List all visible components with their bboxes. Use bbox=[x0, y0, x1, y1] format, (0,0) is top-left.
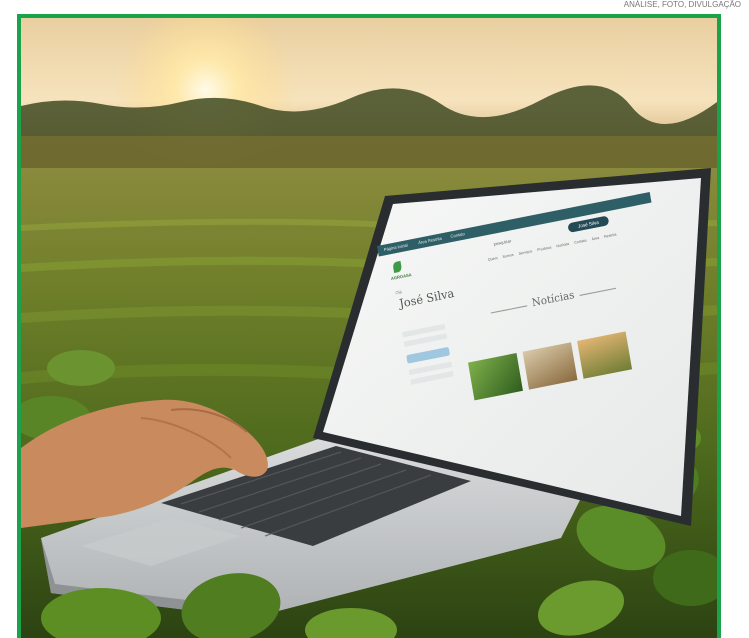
site-nav: Quem Somos Serviços Produtos Notícias Co… bbox=[488, 232, 617, 262]
sidebar-active-button[interactable] bbox=[406, 346, 451, 364]
photo-frame: Página inicial Área Restrita Contato AGR… bbox=[17, 14, 721, 638]
news-card-image[interactable] bbox=[522, 342, 578, 390]
greeting-name: José Silva bbox=[398, 286, 456, 311]
news-section-title: Notícias bbox=[531, 289, 576, 310]
corner-caption: ANÁLISE, FOTO, DIVULGAÇÃO bbox=[623, 0, 741, 9]
nav-link-about[interactable]: Quem Somos bbox=[488, 253, 514, 262]
topbar-link-contact[interactable]: Contato bbox=[450, 231, 465, 239]
site-search-input[interactable]: pesquisar bbox=[493, 238, 511, 247]
news-card-image[interactable] bbox=[577, 331, 633, 379]
nav-link-products[interactable]: Produtos bbox=[537, 245, 552, 252]
user-account-button[interactable]: José Silva bbox=[567, 215, 610, 233]
news-card-image[interactable] bbox=[468, 353, 523, 401]
greeting-label: Olá bbox=[395, 288, 403, 296]
site-logo-text: AGROASA bbox=[390, 271, 413, 282]
nav-link-news[interactable]: Notícias bbox=[556, 242, 570, 249]
nav-link-contact[interactable]: Contato bbox=[574, 238, 587, 245]
nav-link-restricted[interactable]: Área Restrita bbox=[591, 232, 616, 241]
leaf-logo-icon bbox=[392, 260, 403, 273]
topbar-link-home[interactable]: Página inicial bbox=[383, 242, 408, 252]
topbar-link-restricted[interactable]: Área Restrita bbox=[418, 235, 442, 245]
nav-link-services[interactable]: Serviços bbox=[518, 249, 532, 256]
